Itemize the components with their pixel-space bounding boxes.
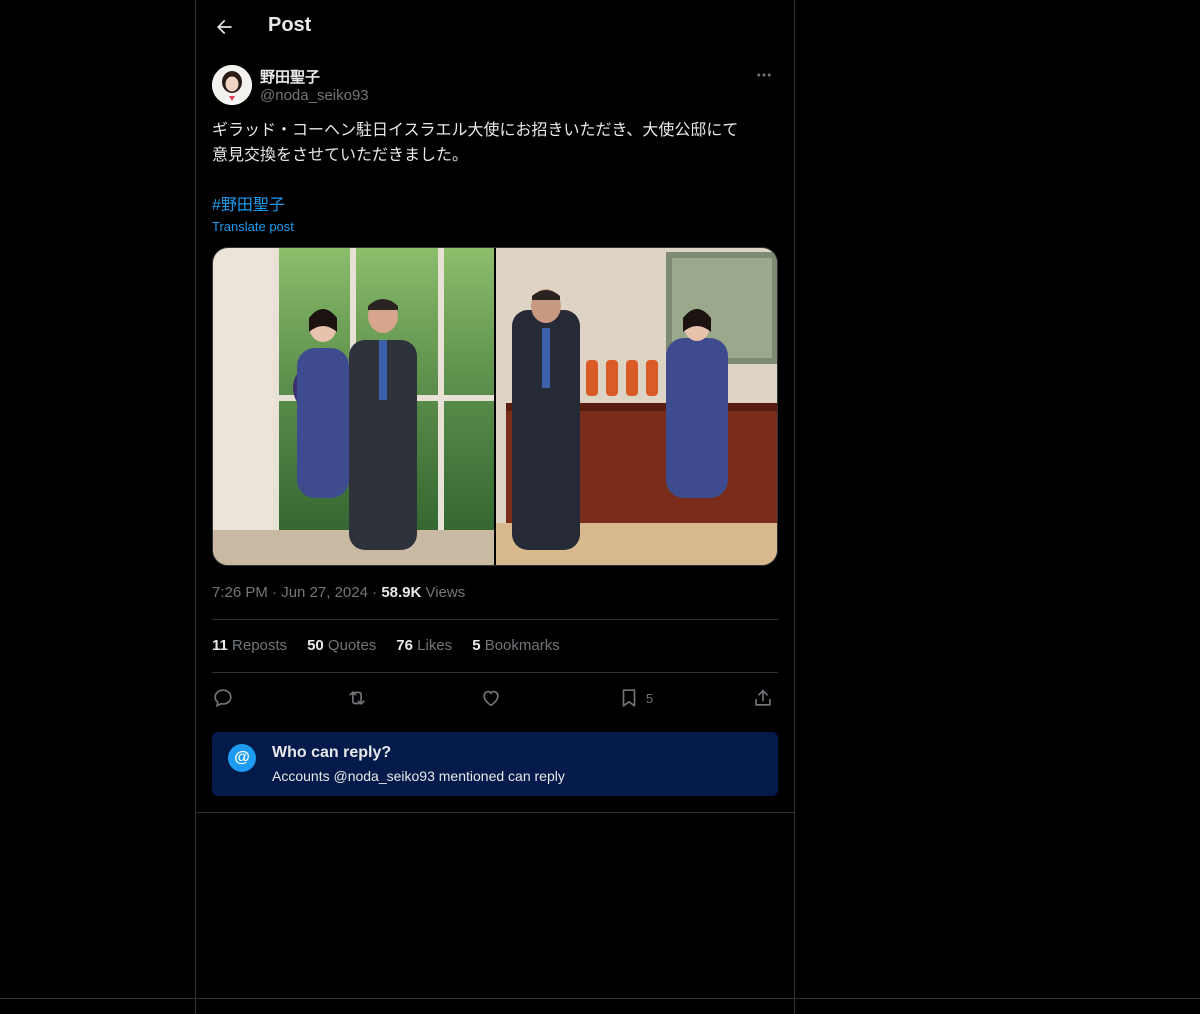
divider bbox=[212, 672, 778, 673]
bookmark-button[interactable]: 5 bbox=[618, 682, 653, 714]
hashtag-link[interactable]: #野田聖子 bbox=[212, 191, 285, 215]
who-can-reply-notice: @ Who can reply? Accounts @noda_seiko93 … bbox=[212, 732, 778, 796]
post-author: 野田聖子 @noda_seiko93 bbox=[212, 64, 778, 108]
bookmarks-stat[interactable]: 5 Bookmarks bbox=[472, 637, 560, 654]
likes-stat[interactable]: 76 Likes bbox=[396, 637, 452, 654]
author-handle[interactable]: @noda_seiko93 bbox=[260, 87, 369, 104]
translate-post-link[interactable]: Translate post bbox=[212, 219, 294, 234]
post-timestamp: 7:26 PM · Jun 27, 2024 · 58.9K Views bbox=[212, 584, 465, 601]
reposts-stat[interactable]: 11 Reposts bbox=[212, 637, 287, 654]
post-photo-1[interactable] bbox=[213, 248, 494, 565]
bookmark-icon bbox=[622, 689, 636, 707]
page-bottom-rule bbox=[0, 998, 1200, 999]
share-button[interactable] bbox=[752, 682, 774, 714]
post-date[interactable]: Jun 27, 2024 bbox=[281, 584, 368, 601]
who-can-reply-title: Who can reply? bbox=[272, 744, 392, 761]
post-text: ギラッド・コーヘン駐日イスラエル大使にお招きいただき、大使公邸にて 意見交換をさ… bbox=[212, 122, 739, 164]
quotes-stat[interactable]: 50 Quotes bbox=[307, 637, 376, 654]
more-horizontal-icon bbox=[757, 73, 771, 77]
meta-separator: · bbox=[272, 584, 278, 601]
at-sign-icon: @ bbox=[228, 744, 256, 772]
views-count: 58.9K bbox=[381, 584, 422, 601]
post-media bbox=[212, 247, 778, 566]
photo-2-image bbox=[496, 248, 777, 565]
divider bbox=[212, 619, 778, 620]
post-photo-2[interactable] bbox=[496, 248, 777, 565]
share-icon bbox=[755, 689, 771, 706]
page-header: Post bbox=[196, 0, 794, 54]
avatar-image bbox=[212, 65, 252, 105]
who-can-reply-subtitle: Accounts @noda_seiko93 mentioned can rep… bbox=[272, 768, 565, 784]
heart-icon bbox=[483, 690, 499, 707]
divider bbox=[196, 812, 794, 813]
post-time[interactable]: 7:26 PM bbox=[212, 584, 268, 601]
author-display-name[interactable]: 野田聖子 bbox=[260, 66, 320, 87]
reply-icon bbox=[214, 689, 232, 708]
bookmark-count: 5 bbox=[646, 690, 654, 706]
like-button[interactable] bbox=[480, 682, 502, 714]
repost-icon bbox=[349, 691, 365, 705]
page-title: Post bbox=[268, 14, 312, 36]
reply-button[interactable] bbox=[212, 682, 234, 714]
action-bar: 5 bbox=[212, 682, 778, 714]
views-label: Views bbox=[425, 584, 466, 601]
meta-separator: · bbox=[372, 584, 378, 601]
avatar[interactable] bbox=[212, 65, 252, 105]
photo-1-image bbox=[213, 248, 494, 565]
more-options-button[interactable] bbox=[750, 64, 778, 86]
arrow-left-icon bbox=[217, 19, 232, 35]
back-button[interactable] bbox=[208, 11, 240, 43]
primary-column: Post 野田聖子 @noda_seiko93 ギラッド・コーヘン駐日イスラエル… bbox=[195, 0, 795, 1014]
repost-button[interactable] bbox=[346, 682, 368, 714]
engagement-stats: 11 Reposts 50 Quotes 76 Likes 5 Bookmark… bbox=[212, 637, 560, 654]
